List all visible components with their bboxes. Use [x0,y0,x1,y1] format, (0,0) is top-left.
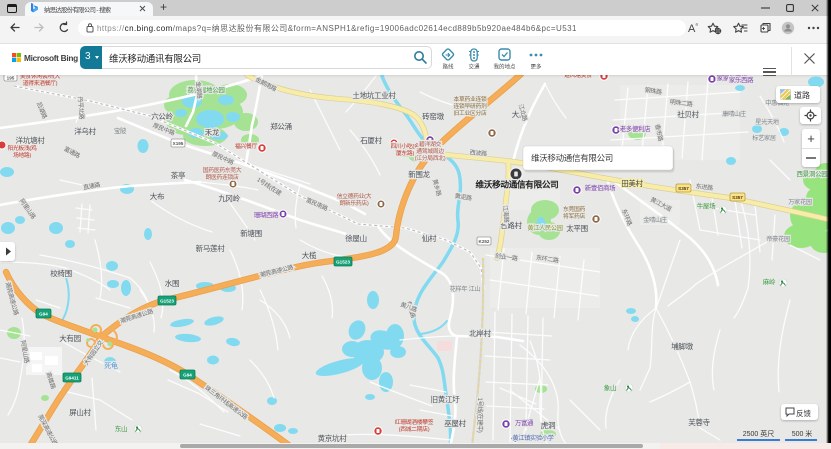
svg-text:旧工业区分店: 旧工业区分店 [454,109,487,117]
svg-text:老多便利店: 老多便利店 [620,124,651,133]
svg-text:大有园: 大有园 [59,333,81,343]
svg-text:土地坑工业村: 土地坑工业村 [352,90,396,100]
svg-text:X195: X195 [173,141,184,146]
svg-text:新壹佰商场: 新壹佰商场 [585,183,615,192]
svg-text:徐屋山: 徐屋山 [345,233,367,243]
svg-text:避风塘美食: 避风塘美食 [564,75,592,79]
svg-text:(江分局西北): (江分局西北) [415,154,446,162]
svg-text:社贝村: 社贝村 [677,109,699,119]
svg-text:1号线(在建中): 1号线(在建中) [476,398,484,433]
svg-text:新塘围: 新塘围 [240,228,262,238]
svg-text:195: 195 [7,75,15,80]
svg-text:西景洞公园: 西景洞公园 [796,169,827,178]
svg-text:死龟: 死龟 [104,361,118,370]
svg-text:场地路): 场地路) [13,151,31,159]
svg-text:水围: 水围 [165,278,179,288]
svg-text:万家花园: 万家花园 [788,198,812,206]
svg-text:虎洞: 虎洞 [541,420,555,430]
svg-text:黄江人民公园: 黄江人民公园 [527,224,562,232]
svg-text:珊瑚西路: 珊瑚西路 [254,210,279,219]
svg-text:(西城二期店): (西城二期店) [399,425,430,433]
svg-text:巫屋村: 巫屋村 [444,418,466,428]
svg-text:厦东路): 厦东路) [396,149,414,157]
svg-text:G94: G94 [183,372,192,377]
svg-text:郑公涌: 郑公涌 [270,121,292,131]
svg-text:国药医药东莞大: 国药医药东莞大 [203,166,242,174]
svg-text:G1523: G1523 [160,298,174,303]
svg-text:维沃移动通信有限公司: 维沃移动通信有限公司 [531,153,613,163]
svg-text:大榄: 大榄 [302,250,317,260]
svg-text:东莞国药: 东莞国药 [563,205,585,213]
svg-text:新围龙: 新围龙 [408,169,430,179]
svg-text:大布: 大布 [150,191,165,201]
svg-text:旧黄江圩: 旧黄江圩 [431,394,461,404]
svg-text:万富通: 万富通 [515,418,534,427]
svg-text:信立德药业(大: 信立德药业(大 [337,192,372,200]
svg-text:麻岭: 麻岭 [763,277,776,286]
svg-text:福兴餐厅: 福兴餐厅 [235,142,257,150]
svg-text:连锁早研药剂: 连锁早研药剂 [454,102,487,110]
svg-text:家乐西路: 家乐西路 [729,75,754,84]
svg-text:洋坑塘村: 洋坑塘村 [16,135,46,145]
svg-text:禾龙: 禾龙 [205,127,220,137]
svg-text:K252: K252 [479,239,490,244]
svg-text:红珊瑚酒楼攀签: 红珊瑚酒楼攀签 [395,418,434,426]
svg-text:北岸村: 北岸村 [469,328,491,338]
svg-text:将军药店: 将军药店 [563,212,585,220]
svg-text:花样年 江山: 花样年 江山 [450,285,481,293]
svg-text:茶亭: 茶亭 [171,170,186,180]
svg-text:金晴山庄: 金晴山庄 [643,216,667,224]
svg-text:埔脚墩: 埔脚墩 [671,341,693,351]
svg-text:道得来酒餐厅): 道得来酒餐厅) [23,79,58,87]
svg-text:东山: 东山 [115,424,127,433]
svg-text:S357: S357 [678,186,689,191]
svg-text:G9411: G9411 [65,375,79,380]
svg-text:S357: S357 [732,195,743,200]
svg-text:标艺家居: 标艺家居 [752,134,776,142]
svg-text:帝豪花园: 帝豪花园 [766,235,790,243]
svg-text:新马莲村: 新马莲村 [196,243,226,253]
svg-text:通驾城周边: 通驾城周边 [416,147,444,155]
svg-text:象山: 象山 [604,383,616,392]
svg-text:六公岭: 六公岭 [151,111,173,121]
svg-text:校椅围: 校椅围 [50,268,72,278]
svg-text:G1523: G1523 [336,259,350,264]
svg-text:牛屋场: 牛屋场 [697,201,716,210]
svg-text:黄京坑村: 黄京坑村 [318,433,348,443]
svg-text:田美村: 田美村 [621,178,643,188]
svg-text:九冈岭: 九冈岭 [218,193,240,203]
svg-text:石厦村: 石厦村 [360,135,382,145]
svg-text:黄江镇实验小学: 黄江镇实验小学 [512,434,553,442]
svg-text:ᵃ: ᵃ [696,23,699,29]
svg-text:芙蓉寺: 芙蓉寺 [688,417,710,427]
svg-text:朗医药连锁店: 朗医药连锁店 [206,173,239,181]
svg-text:屏山村: 屏山村 [69,407,91,417]
svg-text:宝陂: 宝陂 [114,126,127,135]
svg-text:碧洋湖交: 碧洋湖交 [419,140,441,148]
svg-text:砖窑墩: 砖窑墩 [422,111,444,121]
svg-text:本草药业连锁: 本草药业连锁 [454,95,487,103]
svg-text:仙村: 仙村 [422,233,437,243]
svg-text:洋乌村: 洋乌村 [74,126,96,136]
svg-text:G94: G94 [39,311,48,316]
svg-text:阳光板浅(鸡: 阳光板浅(鸡 [7,144,37,152]
svg-text:朗新乐药店): 朗新乐药店) [339,199,368,207]
svg-text:康晴山庄: 康晴山庄 [722,110,746,118]
svg-text:荔香湿地公园: 荔香湿地公园 [187,85,224,94]
svg-text:维沃移动通信有限公司: 维沃移动通信有限公司 [476,179,559,190]
svg-text:美食休闲会所(大: 美食休闲会所(大 [20,75,61,80]
svg-text:太平围: 太平围 [566,223,588,233]
svg-text:星光天地: 星光天地 [755,118,779,126]
